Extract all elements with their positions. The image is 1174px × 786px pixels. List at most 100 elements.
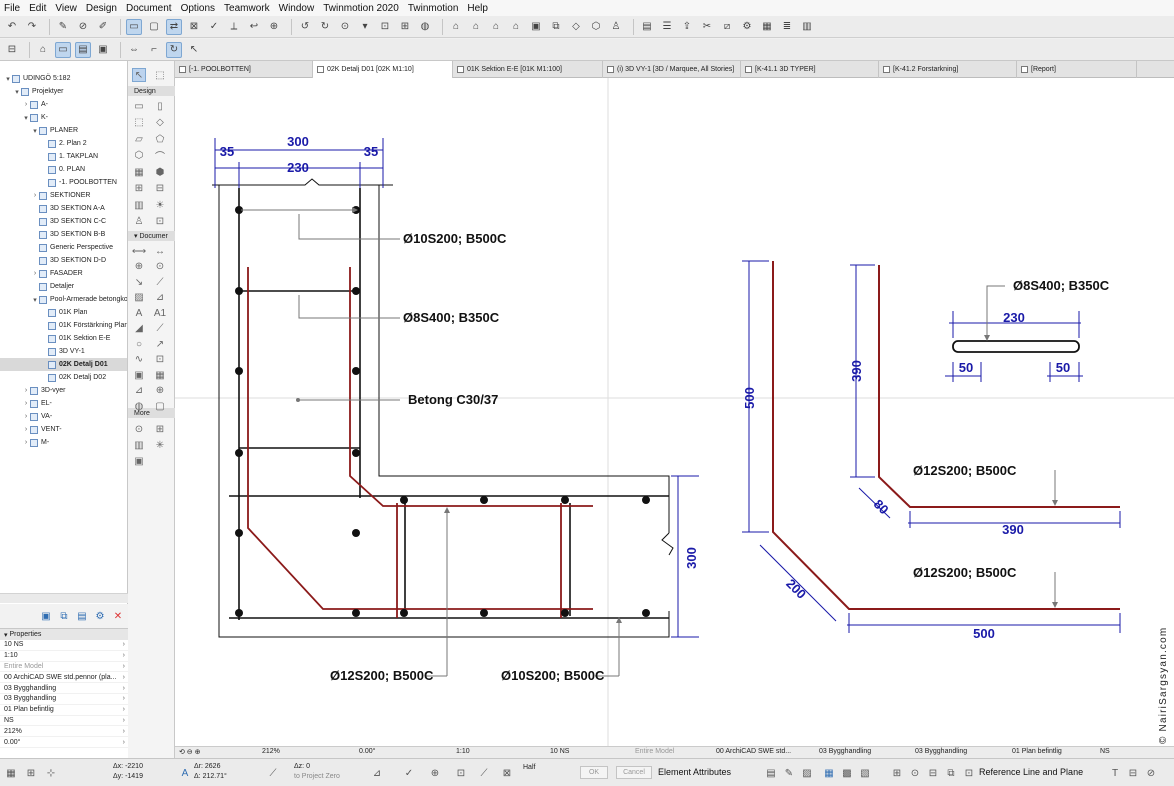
model-value[interactable]: Entire Model bbox=[635, 748, 674, 755]
chevron-right-icon[interactable]: › bbox=[123, 739, 125, 746]
circle-tool-icon[interactable]: ○ bbox=[132, 337, 146, 351]
ns-value[interactable]: NS bbox=[1100, 748, 1110, 755]
shell-tool-icon[interactable]: ⬠ bbox=[153, 132, 167, 146]
property-row[interactable]: 01 Plan befintlig › bbox=[0, 705, 128, 716]
inject-icon[interactable]: ⊘ bbox=[75, 19, 91, 35]
property-row[interactable]: 03 Bygghandling › bbox=[0, 683, 128, 694]
tree-toggle-icon[interactable]: ▾ bbox=[31, 127, 39, 135]
mesh-tool-icon[interactable]: ⬢ bbox=[153, 165, 167, 179]
wall-tool-icon[interactable]: ▭ bbox=[132, 99, 146, 113]
publisher-icon[interactable]: ▣ bbox=[95, 42, 111, 58]
report-icon[interactable]: ▦ bbox=[759, 19, 775, 35]
text-tool-icon[interactable]: A bbox=[132, 306, 146, 320]
section-tool-icon[interactable]: ⊿ bbox=[132, 384, 146, 398]
skylight-tool-icon[interactable]: ☀ bbox=[153, 198, 167, 212]
globe-icon[interactable]: ◍ bbox=[417, 19, 433, 35]
column-tool-icon[interactable]: ▯ bbox=[153, 99, 167, 113]
arrange-icon[interactable]: ⇔ bbox=[126, 42, 142, 58]
redo-icon[interactable]: ↷ bbox=[24, 19, 40, 35]
align-icon[interactable]: ⊟ bbox=[926, 766, 940, 780]
line-tool-icon[interactable]: ⊿ bbox=[153, 291, 167, 305]
navigator-item[interactable]: 1. TAKPLAN bbox=[40, 150, 98, 163]
snap-icon[interactable]: ✓ bbox=[206, 19, 222, 35]
navigator-item[interactable]: Detaljer bbox=[31, 280, 74, 293]
menu-help[interactable]: Help bbox=[467, 3, 488, 14]
eyedropper-icon[interactable]: ✐ bbox=[95, 19, 111, 35]
undo-icon[interactable]: ↶ bbox=[4, 19, 20, 35]
element-attributes[interactable]: Element Attributes bbox=[658, 767, 731, 777]
menu-options[interactable]: Options bbox=[181, 3, 215, 14]
navigator-item[interactable]: 0. PLAN bbox=[40, 163, 85, 176]
morph-tool-icon[interactable]: ⬡ bbox=[132, 149, 146, 163]
view-tab[interactable]: [K-41.2 Forstarkning] bbox=[879, 61, 1017, 78]
half-label[interactable]: Half bbox=[523, 764, 535, 771]
tree-toggle-icon[interactable]: › bbox=[31, 270, 39, 277]
ruler-icon[interactable]: ⊿ bbox=[370, 766, 384, 780]
pan-icon[interactable]: ↩ bbox=[246, 19, 262, 35]
navigator-item[interactable]: ▾ Pool-Armerade betongkonst bbox=[31, 293, 127, 306]
navigator-scrollbar[interactable] bbox=[0, 593, 128, 603]
drawing-tool-icon[interactable]: ▦ bbox=[153, 368, 167, 382]
label-icon[interactable]: ⊟ bbox=[1126, 766, 1140, 780]
property-row[interactable]: 0.00° › bbox=[0, 737, 128, 748]
chevron-right-icon[interactable]: › bbox=[123, 652, 125, 659]
property-row[interactable]: 212% › bbox=[0, 726, 128, 738]
layout-book-icon[interactable]: ▤ bbox=[75, 41, 91, 58]
settings-icon[interactable]: ⚙ bbox=[739, 19, 755, 35]
rotate-icon[interactable]: ↺ bbox=[297, 19, 313, 35]
elevation-icon[interactable]: ⌂ bbox=[468, 19, 484, 35]
property-row[interactable]: 03 Bygghandling › bbox=[0, 694, 128, 705]
navigator-item[interactable]: 3D SEKTION B-B bbox=[31, 228, 105, 241]
tree-toggle-icon[interactable]: › bbox=[22, 101, 30, 108]
arc-tool-icon[interactable]: ↗ bbox=[153, 337, 167, 351]
clone-icon[interactable]: ⧉ bbox=[58, 610, 70, 622]
transform-icon[interactable]: ⊡ bbox=[454, 766, 468, 780]
view-tab[interactable]: 01K Sektion E-E [01K M1:100] bbox=[453, 61, 603, 78]
detail-drawing[interactable]: 300 35 230 35 Ø10S200; B500C Ø8S400; B35… bbox=[175, 78, 1174, 746]
chevron-right-icon[interactable]: › bbox=[123, 685, 125, 692]
wall-end-tool-icon[interactable]: ▥ bbox=[132, 438, 146, 452]
navigator-toggle-icon[interactable]: ⊟ bbox=[4, 42, 20, 58]
view-tab[interactable]: [Report] bbox=[1017, 61, 1137, 78]
navigator-item[interactable]: 02K Detalj D01 bbox=[0, 358, 127, 371]
graphic-override-value[interactable]: 03 Bygghandling bbox=[819, 748, 871, 755]
cut-icon[interactable]: ⊘ bbox=[1144, 766, 1158, 780]
layer-icon[interactable]: ▢ bbox=[146, 19, 162, 35]
publish-icon[interactable]: ⇪ bbox=[679, 19, 695, 35]
property-row[interactable]: 00 ArchiCAD SWE std.pennor (pla... › bbox=[0, 672, 128, 684]
curve-tool-icon[interactable]: ∿ bbox=[132, 353, 146, 367]
list-icon[interactable]: ≣ bbox=[779, 19, 795, 35]
distribute-icon[interactable]: ⊡ bbox=[962, 766, 976, 780]
rotate-view-icon[interactable]: ↻ bbox=[166, 41, 182, 58]
selection-mode-icon[interactable]: ▭ bbox=[126, 18, 142, 35]
navigator-item[interactable]: › VENT- bbox=[22, 423, 62, 436]
navigator-item[interactable]: 01K Förstärkning Plan bbox=[40, 319, 127, 332]
zone-tool-icon[interactable]: ⊡ bbox=[153, 215, 167, 229]
markup-icon[interactable]: ✂ bbox=[699, 19, 715, 35]
zoom-in-icon[interactable]: ⊕ bbox=[266, 19, 282, 35]
menu-twinmotion[interactable]: Twinmotion bbox=[408, 3, 459, 14]
navigator-item[interactable]: 3D SEKTION C-C bbox=[31, 215, 106, 228]
worksheet-tool-icon[interactable]: ▢ bbox=[153, 399, 167, 413]
chevron-right-icon[interactable]: › bbox=[123, 695, 125, 702]
layer-value[interactable]: 10 NS bbox=[550, 748, 569, 755]
magic-wand-icon[interactable]: ⇄ bbox=[166, 18, 182, 35]
render-icon[interactable]: ⧄ bbox=[719, 19, 735, 35]
home-icon[interactable]: ⌂ bbox=[448, 19, 464, 35]
cursor-icon[interactable]: ↖ bbox=[186, 42, 202, 58]
chevron-right-icon[interactable]: › bbox=[123, 706, 125, 713]
view-map-icon[interactable]: ▭ bbox=[55, 41, 71, 58]
tree-toggle-icon[interactable]: ▾ bbox=[22, 114, 30, 122]
new-folder-icon[interactable]: ▣ bbox=[40, 610, 52, 622]
dimension-tool-icon[interactable]: ⟷ bbox=[132, 244, 146, 258]
menu-document[interactable]: Document bbox=[126, 3, 172, 14]
coordinate-icon[interactable]: A bbox=[178, 766, 192, 780]
navigator-item[interactable]: › M- bbox=[22, 436, 49, 449]
railing-tool-icon[interactable]: ▦ bbox=[132, 165, 146, 179]
zoom-value[interactable]: 212% bbox=[262, 748, 280, 755]
tree-toggle-icon[interactable]: ▾ bbox=[31, 296, 39, 304]
label-text-tool-icon[interactable]: A1 bbox=[153, 306, 167, 320]
view-tab[interactable]: (i) 3D VY-1 [3D / Marquee, All Stories] bbox=[603, 61, 741, 78]
arrow-tool-icon[interactable]: ↖ bbox=[132, 68, 146, 82]
guide-line-icon[interactable]: ⊠ bbox=[186, 19, 202, 35]
